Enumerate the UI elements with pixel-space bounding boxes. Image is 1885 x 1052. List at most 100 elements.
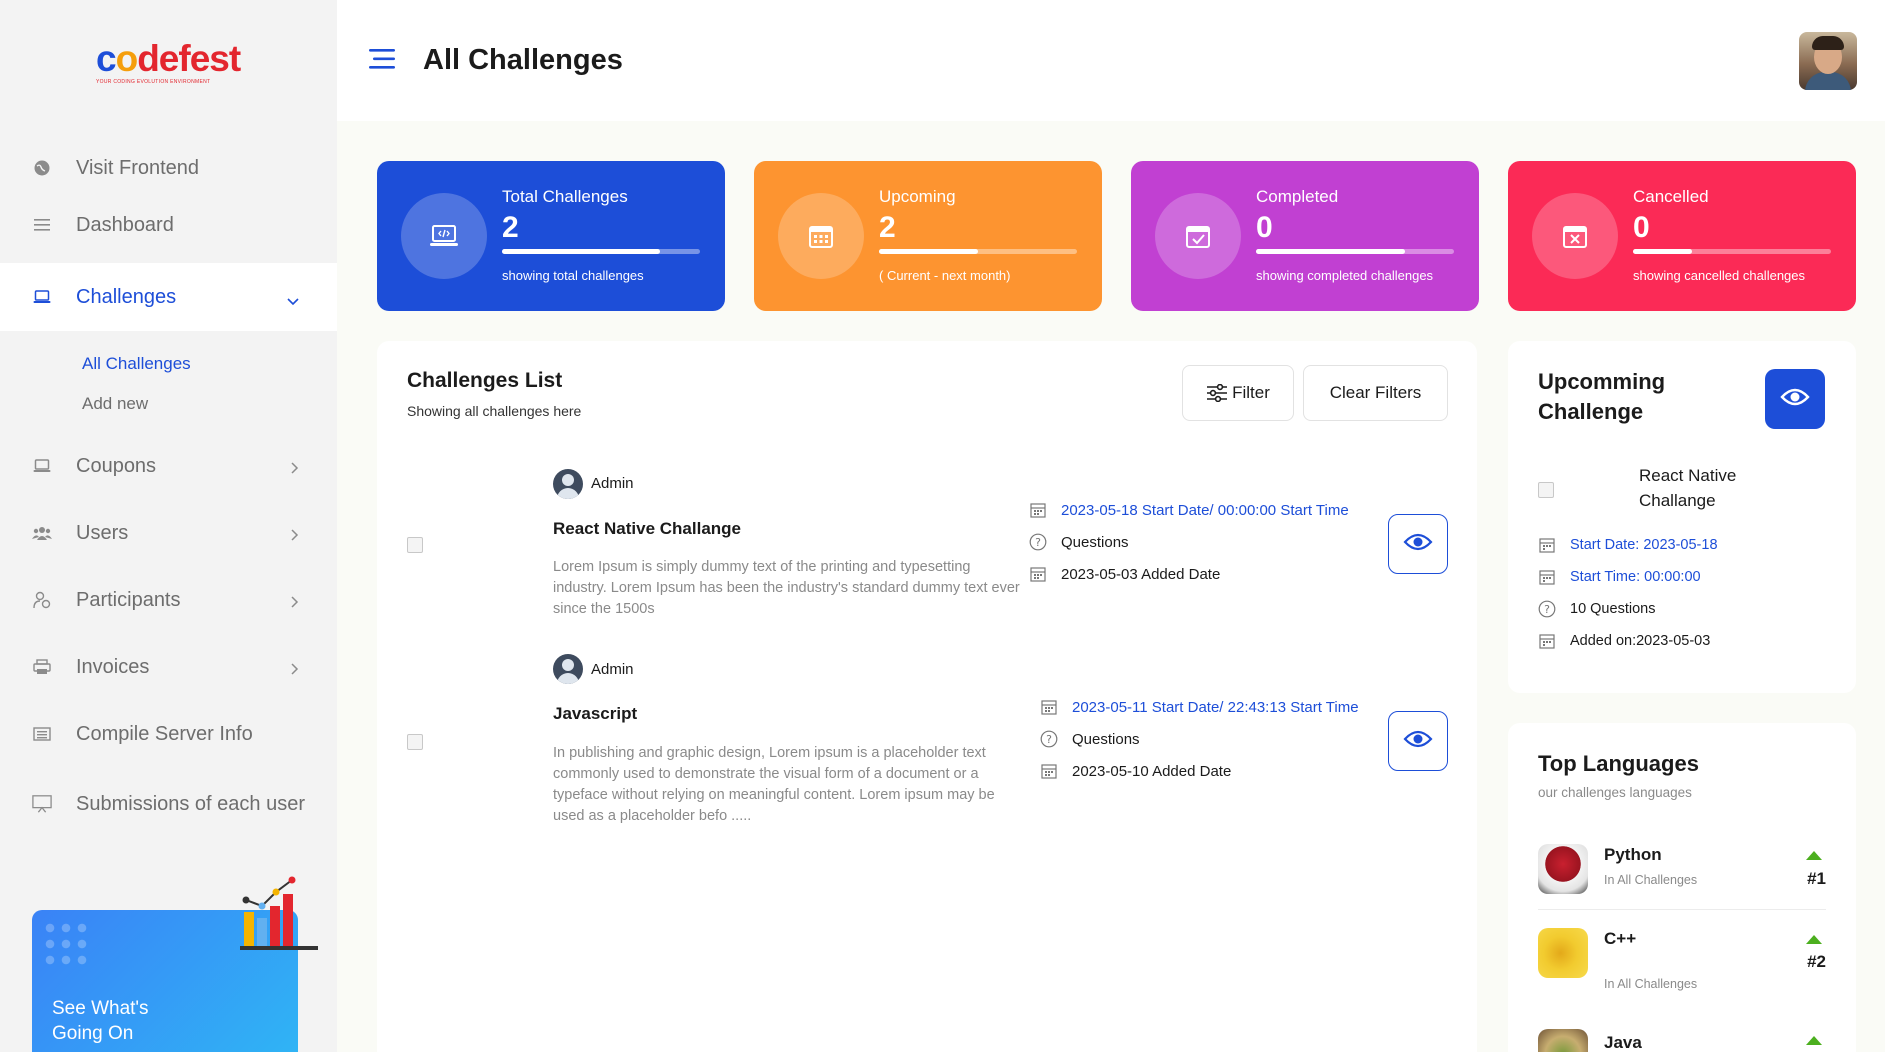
upcoming-start-date-text: Start Date: 2023-05-18 bbox=[1570, 537, 1718, 553]
challenge-start: 2023-05-11 Start Date/ 22:43:13 Start Ti… bbox=[1040, 698, 1359, 716]
language-name[interactable]: Python bbox=[1604, 845, 1662, 865]
view-upcoming-button[interactable] bbox=[1765, 369, 1825, 429]
sidebar-item-label: Invoices bbox=[76, 655, 150, 678]
chevron-down-icon[interactable] bbox=[287, 289, 299, 312]
clear-filters-button[interactable]: Clear Filters bbox=[1303, 365, 1448, 421]
language-name[interactable]: C++ bbox=[1604, 929, 1636, 949]
stat-progress-bar bbox=[1256, 249, 1454, 254]
calendar-x-icon bbox=[1532, 193, 1618, 279]
challenge-added: 2023-05-03 Added Date bbox=[1029, 565, 1220, 583]
filter-button[interactable]: Filter bbox=[1182, 365, 1294, 421]
challenge-questions: ? Questions bbox=[1029, 533, 1129, 551]
calendar-icon bbox=[1029, 501, 1047, 519]
svg-text:?: ? bbox=[1544, 603, 1550, 616]
divider bbox=[1538, 909, 1826, 910]
trend-up-icon bbox=[1806, 1036, 1822, 1045]
upcoming-start-time: Start Time: 00:00:00 bbox=[1538, 568, 1701, 586]
list-icon bbox=[32, 215, 52, 235]
chevron-right-icon[interactable] bbox=[291, 658, 299, 681]
printer-icon bbox=[32, 657, 52, 677]
stat-note: ( Current - next month) bbox=[879, 268, 1011, 283]
question-icon: ? bbox=[1538, 600, 1556, 618]
sliders-icon bbox=[1206, 384, 1228, 402]
python-thumbnail bbox=[1538, 844, 1588, 894]
stat-note: showing cancelled challenges bbox=[1633, 268, 1806, 283]
sidebar-item-coupons[interactable]: Coupons bbox=[0, 437, 337, 495]
stat-progress-bar bbox=[1633, 249, 1831, 254]
challenge-title[interactable]: React Native Challange bbox=[553, 519, 741, 539]
section-subtitle: Showing all challenges here bbox=[407, 403, 582, 419]
trend-up-icon bbox=[1806, 935, 1822, 944]
chevron-right-icon[interactable] bbox=[291, 457, 299, 480]
upcoming-start-time-text: Start Time: 00:00:00 bbox=[1570, 569, 1701, 585]
sidebar-item-label: Coupons bbox=[76, 454, 157, 477]
stat-value: 0 bbox=[1633, 211, 1650, 244]
challenge-image bbox=[407, 734, 423, 750]
stat-progress-bar bbox=[879, 249, 1077, 254]
promo-text-line2: Going On bbox=[52, 1023, 134, 1044]
sidebar-item-users[interactable]: Users bbox=[0, 504, 337, 562]
laptop-code-icon bbox=[401, 193, 487, 279]
java-thumbnail bbox=[1538, 1029, 1588, 1052]
svg-text:?: ? bbox=[1046, 733, 1052, 746]
sidebar-item-participants[interactable]: Participants bbox=[0, 571, 337, 629]
dots-pattern bbox=[42, 920, 92, 970]
sidebar-item-dashboard[interactable]: Dashboard bbox=[0, 196, 337, 254]
view-challenge-button[interactable] bbox=[1388, 711, 1448, 771]
sidebar-item-label: Dashboard bbox=[76, 213, 174, 236]
challenge-description: Lorem Ipsum is simply dummy text of the … bbox=[553, 559, 1020, 617]
upcoming-start-date: Start Date: 2023-05-18 bbox=[1538, 536, 1718, 554]
sidebar-subitem-all-challenges[interactable]: All Challenges bbox=[82, 354, 191, 374]
challenge-image bbox=[1538, 482, 1554, 498]
sidebar-item-invoices[interactable]: Invoices bbox=[0, 638, 337, 696]
sidebar-item-visit-frontend[interactable]: Visit Frontend bbox=[0, 139, 337, 197]
language-name[interactable]: Java bbox=[1604, 1033, 1642, 1052]
sidebar-item-label: Users bbox=[76, 521, 129, 544]
promo-text: See What's Going On bbox=[52, 996, 149, 1046]
sidebar-subitem-add-new[interactable]: Add new bbox=[82, 394, 148, 414]
logo-text: codefest bbox=[96, 38, 241, 79]
challenge-added-text: 2023-05-03 Added Date bbox=[1061, 565, 1221, 583]
filter-label: Filter bbox=[1232, 383, 1270, 402]
stat-value: 0 bbox=[1256, 211, 1273, 244]
sidebar-item-label: Compile Server Info bbox=[76, 722, 253, 745]
avatar-hair bbox=[1812, 36, 1844, 50]
stat-card-upcoming: Upcoming 2 ( Current - next month) bbox=[754, 161, 1102, 311]
challenges-list-panel: Challenges List Showing all challenges h… bbox=[377, 341, 1477, 1052]
question-icon: ? bbox=[1029, 533, 1047, 551]
question-icon: ? bbox=[1040, 730, 1058, 748]
view-challenge-button[interactable] bbox=[1388, 514, 1448, 574]
language-rank: #2 bbox=[1807, 952, 1826, 971]
globe-icon bbox=[32, 158, 52, 178]
section-title: Challenges List bbox=[407, 369, 563, 392]
author-name: Admin bbox=[591, 475, 634, 492]
challenge-image bbox=[407, 537, 423, 553]
calendar-icon bbox=[1538, 536, 1556, 554]
calendar-icon bbox=[1040, 698, 1058, 716]
sidebar-item-submissions[interactable]: Submissions of each user bbox=[0, 780, 337, 860]
menu-icon[interactable] bbox=[369, 48, 397, 75]
stat-progress-bar bbox=[502, 249, 700, 254]
top-languages-panel: Top Languages our challenges languages P… bbox=[1508, 723, 1856, 1052]
upcoming-added: Added on:2023-05-03 bbox=[1538, 632, 1710, 650]
sidebar-item-label: Participants bbox=[76, 588, 181, 611]
challenge-questions-text: Questions bbox=[1072, 730, 1140, 748]
sidebar-item-challenges[interactable]: Challenges bbox=[0, 263, 337, 331]
stat-progress-fill bbox=[502, 249, 661, 254]
stat-card-total: Total Challenges 2 showing total challen… bbox=[377, 161, 725, 311]
chevron-right-icon[interactable] bbox=[291, 524, 299, 547]
calendar-icon bbox=[1040, 762, 1058, 780]
upcoming-challenge-name[interactable]: React Native Challange bbox=[1639, 463, 1779, 513]
stat-value: 2 bbox=[502, 211, 519, 244]
upcoming-questions-text: 10 Questions bbox=[1570, 601, 1656, 617]
avatar[interactable] bbox=[1799, 32, 1857, 90]
chevron-right-icon[interactable] bbox=[291, 591, 299, 614]
top-header: All Challenges bbox=[337, 0, 1885, 121]
sidebar-item-compile-server-info[interactable]: Compile Server Info bbox=[0, 705, 337, 763]
challenge-start-text: 2023-05-11 Start Date/ 22:43:13 Start Ti… bbox=[1072, 698, 1359, 716]
logo[interactable]: codefest YOUR CODING EVOLUTION ENVIRONME… bbox=[96, 38, 241, 85]
upcoming-challenge-panel: Upcomming Challenge React Native Challan… bbox=[1508, 341, 1856, 693]
upcoming-questions: ? 10 Questions bbox=[1538, 600, 1655, 618]
challenge-title[interactable]: Javascript bbox=[553, 704, 637, 724]
upcoming-added-text: Added on:2023-05-03 bbox=[1570, 633, 1711, 649]
